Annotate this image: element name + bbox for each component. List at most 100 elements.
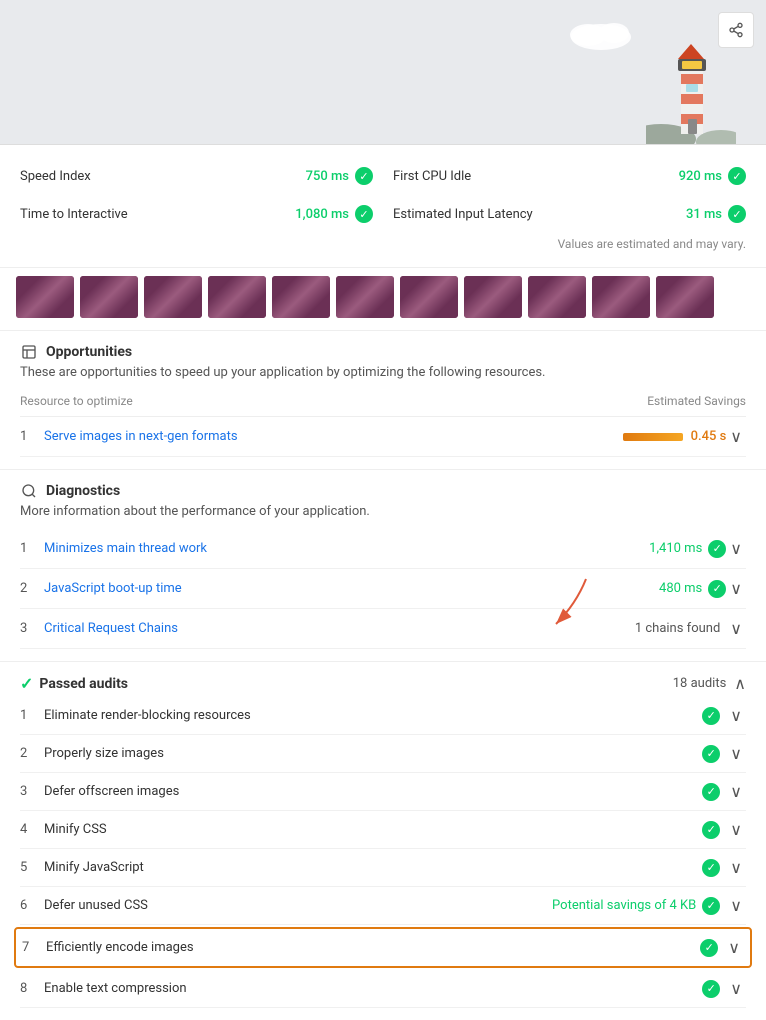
diagnostic-label-3: Critical Request Chains (44, 621, 635, 636)
filmstrip (16, 276, 750, 318)
audit-expand-6[interactable]: ∨ (726, 896, 746, 915)
passed-audits-title: ✓ Passed audits (20, 674, 128, 693)
metric-input-latency-value: 31 ms (686, 207, 722, 222)
diagnostic-expand-3[interactable]: ∨ (726, 619, 746, 638)
audit-right-1: ✓ ∨ (702, 706, 746, 725)
audit-expand-2[interactable]: ∨ (726, 744, 746, 763)
film-frame-9 (528, 276, 586, 318)
audit-number-2: 2 (20, 746, 44, 761)
audit-label-3: Defer offscreen images (44, 784, 702, 799)
audit-expand-3[interactable]: ∨ (726, 782, 746, 801)
potential-savings-6: Potential savings of 4 KB (552, 898, 696, 913)
audit-expand-4[interactable]: ∨ (726, 820, 746, 839)
collapse-button[interactable]: ∧ (734, 674, 746, 693)
metric-input-latency-check: ✓ (728, 205, 746, 223)
diagnostics-section: Diagnostics More information about the p… (0, 470, 766, 662)
metric-time-to-interactive-value: 1,080 ms (295, 207, 349, 222)
film-frame-7 (400, 276, 458, 318)
diagnostic-link-2[interactable]: JavaScript boot-up time (44, 581, 182, 596)
share-button[interactable] (718, 12, 754, 48)
audit-item-6: 6 Defer unused CSS Potential savings of … (20, 887, 746, 925)
diagnostic-label-1: Minimizes main thread work (44, 541, 649, 556)
diagnostic-check-1: ✓ (708, 540, 726, 558)
metric-input-latency-label: Estimated Input Latency (393, 207, 533, 222)
audit-check-3: ✓ (702, 783, 720, 801)
audit-expand-8[interactable]: ∨ (726, 979, 746, 998)
audit-number-7: 7 (22, 940, 46, 955)
metric-time-to-interactive-value-group: 1,080 ms ✓ (295, 205, 373, 223)
film-frame-6 (336, 276, 394, 318)
opportunity-expand-1[interactable]: ∨ (726, 427, 746, 446)
film-frame-5 (272, 276, 330, 318)
metric-time-to-interactive-label: Time to Interactive (20, 207, 128, 222)
diagnostics-desc: More information about the performance o… (20, 504, 746, 519)
diagnostic-label-2: JavaScript boot-up time (44, 581, 659, 596)
metric-speed-index-value: 750 ms (306, 169, 349, 184)
metrics-grid: Speed Index 750 ms ✓ First CPU Idle 920 … (20, 161, 746, 229)
passed-audits-header: ✓ Passed audits 18 audits ∧ (20, 674, 746, 693)
metric-first-cpu-idle-label: First CPU Idle (393, 169, 471, 184)
passed-audits-section: ✓ Passed audits 18 audits ∧ 1 Eliminate … (0, 662, 766, 1020)
opportunities-header: Opportunities (20, 343, 746, 361)
audit-right-5: ✓ ∨ (702, 858, 746, 877)
audit-check-8: ✓ (702, 980, 720, 998)
diagnostic-link-3[interactable]: Critical Request Chains (44, 621, 178, 636)
metric-time-to-interactive-check: ✓ (355, 205, 373, 223)
film-frame-11 (656, 276, 714, 318)
metric-speed-index: Speed Index 750 ms ✓ (20, 161, 373, 191)
film-frame-8 (464, 276, 522, 318)
audit-number-5: 5 (20, 860, 44, 875)
metric-speed-index-value-group: 750 ms ✓ (306, 167, 373, 185)
metric-time-to-interactive: Time to Interactive 1,080 ms ✓ (20, 199, 373, 229)
audit-check-1: ✓ (702, 707, 720, 725)
audit-number-6: 6 (20, 898, 44, 913)
metric-first-cpu-idle-value-group: 920 ms ✓ (679, 167, 746, 185)
values-note: Values are estimated and may vary. (20, 237, 746, 251)
audit-item-5: 5 Minify JavaScript ✓ ∨ (20, 849, 746, 887)
diagnostic-value-1: 1,410 ms (649, 541, 702, 556)
diagnostic-expand-1[interactable]: ∨ (726, 539, 746, 558)
diagnostic-link-1[interactable]: Minimizes main thread work (44, 541, 207, 556)
opportunities-section: Opportunities These are opportunities to… (0, 331, 766, 470)
savings-group-1: 0.45 s (623, 429, 727, 444)
audit-label-6: Defer unused CSS (44, 898, 552, 913)
audit-check-4: ✓ (702, 821, 720, 839)
metric-input-latency: Estimated Input Latency 31 ms ✓ (393, 199, 746, 229)
opportunities-table-header: Resource to optimize Estimated Savings (20, 390, 746, 417)
audit-expand-5[interactable]: ∨ (726, 858, 746, 877)
audit-label-4: Minify CSS (44, 822, 702, 837)
audit-right-8: ✓ ∨ (702, 979, 746, 998)
film-frame-4 (208, 276, 266, 318)
metric-input-latency-value-group: 31 ms ✓ (686, 205, 746, 223)
col-resource-label: Resource to optimize (20, 394, 133, 408)
savings-value-1: 0.45 s (691, 429, 727, 444)
audit-number-3: 3 (20, 784, 44, 799)
header-area (0, 0, 766, 145)
metric-speed-index-check: ✓ (355, 167, 373, 185)
audit-right-3: ✓ ∨ (702, 782, 746, 801)
audit-count: 18 audits (673, 676, 727, 691)
metric-speed-index-label: Speed Index (20, 169, 91, 184)
diagnostics-icon (20, 482, 38, 500)
opportunities-title: Opportunities (46, 344, 132, 360)
audit-label-7: Efficiently encode images (46, 940, 700, 955)
audit-label-1: Eliminate render-blocking resources (44, 708, 702, 723)
opportunity-label-1: Serve images in next-gen formats (44, 429, 623, 444)
metric-first-cpu-idle: First CPU Idle 920 ms ✓ (393, 161, 746, 191)
audit-check-5: ✓ (702, 859, 720, 877)
audit-right-2: ✓ ∨ (702, 744, 746, 763)
diagnostic-item-3: 3 Critical Request Chains 1 chains found… (20, 609, 746, 649)
audit-item-7: 7 Efficiently encode images ✓ ∨ (14, 927, 752, 968)
audit-expand-7[interactable]: ∨ (724, 938, 744, 957)
film-frame-1 (16, 276, 74, 318)
diagnostic-expand-2[interactable]: ∨ (726, 579, 746, 598)
diagnostic-item-2: 2 JavaScript boot-up time 480 ms ✓ ∨ (20, 569, 746, 609)
diagnostic-value-2: 480 ms (659, 581, 702, 596)
audit-check-6: ✓ (702, 897, 720, 915)
audit-expand-1[interactable]: ∨ (726, 706, 746, 725)
cloud-decoration (566, 15, 636, 50)
audit-right-4: ✓ ∨ (702, 820, 746, 839)
diagnostics-title: Diagnostics (46, 483, 120, 499)
opportunity-link-1[interactable]: Serve images in next-gen formats (44, 429, 238, 444)
audit-number-4: 4 (20, 822, 44, 837)
